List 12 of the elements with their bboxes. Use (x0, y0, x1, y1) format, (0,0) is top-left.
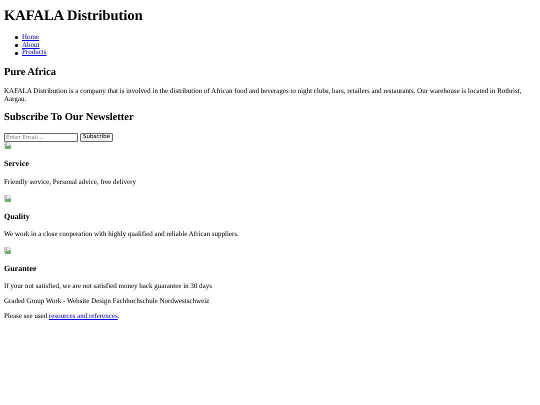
bullet-icon (15, 52, 18, 55)
feature-heading: Gurantee (4, 264, 36, 274)
feature-heading: Service (4, 159, 29, 169)
bullet-icon (15, 36, 18, 40)
feature-heading: Quality (4, 212, 30, 221)
section-heading: Pure Africa (4, 67, 56, 80)
section-heading: Subscribe To Our Newsletter (4, 112, 134, 124)
broken-image-icon (4, 142, 11, 150)
broken-image-icon (4, 246, 11, 254)
broken-image-icon (4, 194, 11, 202)
bullet-icon (15, 44, 18, 47)
page-title: KAFALA Distribution (4, 8, 143, 25)
